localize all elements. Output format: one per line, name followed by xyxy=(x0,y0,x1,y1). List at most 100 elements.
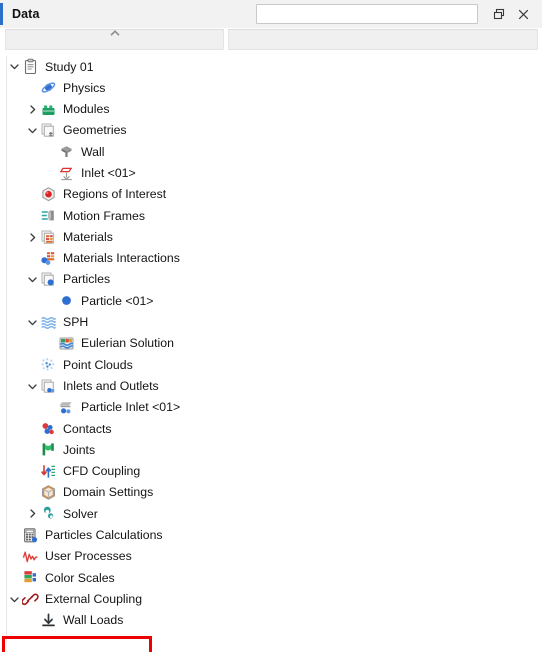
chevron-down-icon[interactable] xyxy=(24,378,40,394)
tree-item-label: Materials xyxy=(63,229,113,244)
solver-gears-icon xyxy=(40,505,57,522)
tree-item-label: Wall xyxy=(81,144,105,159)
close-icon xyxy=(518,9,528,19)
domain-settings-cube-icon xyxy=(40,484,57,501)
particle-dot-icon xyxy=(58,292,75,309)
tree-item-label: Wall Loads xyxy=(63,613,124,628)
tree-item-label: External Coupling xyxy=(45,591,143,606)
tree-rows-container: Study 01 Physics Modules Geometries Wall Inle… xyxy=(0,52,542,652)
tree-item-materials[interactable]: Materials xyxy=(0,226,542,247)
eulerian-solution-icon xyxy=(58,335,75,352)
tree-item-label: Particle Inlet <01> xyxy=(81,400,181,415)
data-panel: Data Study 01 Physics Modules Geometries Wal xyxy=(0,0,542,652)
tree-item-label: Inlets and Outlets xyxy=(63,378,159,393)
geometries-stack-icon xyxy=(40,122,57,139)
tree-item-cfd-coupling[interactable]: CFD Coupling xyxy=(0,461,542,482)
tree-item-contacts[interactable]: Contacts xyxy=(0,418,542,439)
materials-stack-icon xyxy=(40,229,57,246)
tree-item-joints[interactable]: Joints xyxy=(0,439,542,460)
tree-item-label: Particle <01> xyxy=(81,293,154,308)
chevron-right-icon[interactable] xyxy=(24,101,40,117)
chain-link-icon xyxy=(22,591,39,608)
column-header-strip xyxy=(0,28,542,52)
particles-stack-icon xyxy=(40,271,57,288)
tree-item-eulerian-solution[interactable]: Eulerian Solution xyxy=(0,333,542,354)
tree-item-label: Eulerian Solution xyxy=(81,336,174,351)
chevron-down-icon[interactable] xyxy=(24,314,40,330)
tree-item-label: CFD Coupling xyxy=(63,464,141,479)
tree-item-label: Motion Frames xyxy=(63,208,146,223)
tree-item-label: SPH xyxy=(63,315,89,330)
tree-item-particle-01[interactable]: Particle <01> xyxy=(0,290,542,311)
chevron-right-icon[interactable] xyxy=(24,229,40,245)
chevron-down-icon[interactable] xyxy=(24,123,40,139)
tree-item-regions-of-interest[interactable]: Regions of Interest xyxy=(0,184,542,205)
tree-item-label: Study 01 xyxy=(45,59,94,74)
chevron-down-icon[interactable] xyxy=(24,272,40,288)
search-input[interactable] xyxy=(256,4,478,24)
tree-item-solver[interactable]: Solver xyxy=(0,503,542,524)
column-header-1[interactable] xyxy=(5,29,224,50)
region-of-interest-icon xyxy=(40,186,57,203)
wall-solid-icon xyxy=(58,143,75,160)
tree-item-label: Domain Settings xyxy=(63,485,154,500)
tree-item-motion-frames[interactable]: Motion Frames xyxy=(0,205,542,226)
tree-item-label: Regions of Interest xyxy=(63,187,167,202)
panel-titlebar: Data xyxy=(0,0,542,28)
undock-button[interactable] xyxy=(488,3,510,25)
tree-item-user-processes[interactable]: User Processes xyxy=(0,546,542,567)
materials-interactions-icon xyxy=(40,250,57,267)
tree-item-point-clouds[interactable]: Point Clouds xyxy=(0,354,542,375)
tree-item-physics[interactable]: Physics xyxy=(0,77,542,98)
tree-item-inlets-and-outlets[interactable]: Inlets and Outlets xyxy=(0,375,542,396)
user-processes-wave-icon xyxy=(22,548,39,565)
tree-item-label: Color Scales xyxy=(45,570,115,585)
contacts-icon xyxy=(40,420,57,437)
close-button[interactable] xyxy=(512,3,534,25)
tree-item-label: User Processes xyxy=(45,549,132,564)
tree-item-color-scales[interactable]: Color Scales xyxy=(0,567,542,588)
tree-item-external-coupling[interactable]: External Coupling xyxy=(0,588,542,609)
tree-item-inlet-01[interactable]: Inlet <01> xyxy=(0,162,542,183)
title-accent-bar xyxy=(0,3,3,25)
color-scales-icon xyxy=(22,569,39,586)
column-header-2[interactable] xyxy=(228,29,538,50)
motion-frames-icon xyxy=(40,207,57,224)
tree-item-sph[interactable]: SPH xyxy=(0,312,542,333)
particle-inlet-icon xyxy=(58,399,75,416)
tree-item-particle-inlet-01[interactable]: Particle Inlet <01> xyxy=(0,397,542,418)
panel-title: Data xyxy=(12,7,40,21)
tree-item-wall[interactable]: Wall xyxy=(0,141,542,162)
sph-waves-icon xyxy=(40,314,57,331)
restore-window-icon xyxy=(493,8,504,19)
tree-item-modules[interactable]: Modules xyxy=(0,99,542,120)
tree-item-materials-interactions[interactable]: Materials Interactions xyxy=(0,248,542,269)
inlet-icon xyxy=(58,165,75,182)
tree-item-geometries[interactable]: Geometries xyxy=(0,120,542,141)
physics-atom-icon xyxy=(40,79,57,96)
modules-brick-icon xyxy=(40,101,57,118)
point-cloud-icon xyxy=(40,356,57,373)
tree-item-label: Point Clouds xyxy=(63,357,133,372)
tree-item-label: Physics xyxy=(63,80,106,95)
tree-item-label: Contacts xyxy=(63,421,112,436)
chevron-down-icon[interactable] xyxy=(6,591,22,607)
joints-icon xyxy=(40,441,57,458)
tree-item-label: Materials Interactions xyxy=(63,251,180,266)
tree-item-label: Particles Calculations xyxy=(45,528,163,543)
tree-item-label: Inlet <01> xyxy=(81,165,136,180)
tree-item-label: Particles xyxy=(63,272,111,287)
tree-view[interactable]: Study 01 Physics Modules Geometries Wall Inle… xyxy=(0,52,542,652)
tree-item-particles-calculations[interactable]: Particles Calculations xyxy=(0,525,542,546)
tree-item-domain-settings[interactable]: Domain Settings xyxy=(0,482,542,503)
calculator-icon xyxy=(22,527,39,544)
tree-item-study-01[interactable]: Study 01 xyxy=(0,56,542,77)
sort-ascending-caret-icon xyxy=(110,30,120,36)
tree-item-label: Solver xyxy=(63,506,98,521)
tree-item-wall-loads[interactable]: Wall Loads xyxy=(0,610,542,631)
chevron-right-icon[interactable] xyxy=(24,506,40,522)
wall-loads-download-icon xyxy=(40,612,57,629)
tree-item-particles[interactable]: Particles xyxy=(0,269,542,290)
chevron-down-icon[interactable] xyxy=(6,59,22,75)
inlets-outlets-stack-icon xyxy=(40,378,57,395)
